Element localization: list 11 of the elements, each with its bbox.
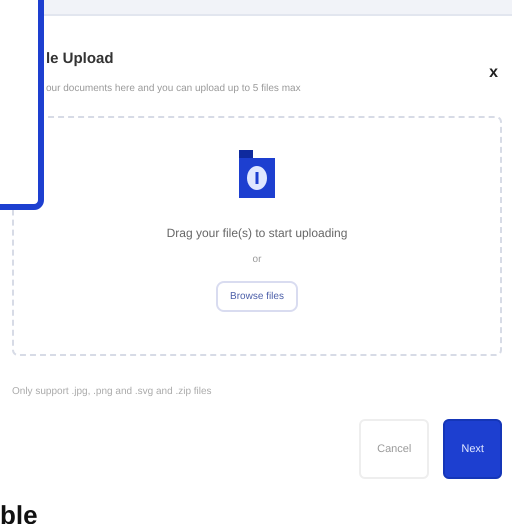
page-heading: ble [0,500,38,524]
browse-files-button[interactable]: Browse files [216,281,298,312]
file-icon [237,148,277,200]
file-type-note: Only support .jpg, .png and .svg and .zip files [12,386,213,397]
or-text: or [252,254,262,265]
dialog-subtitle: our documents here and you can upload up to 5 files max [46,83,301,94]
dialog-title: le Upload [46,50,115,67]
next-button[interactable]: Next [443,419,502,479]
close-button[interactable]: x [485,64,502,82]
drop-zone[interactable]: Drag your file(s) to start uploading or Browse files [12,116,502,356]
drop-prompt: Drag your file(s) to start uploading [166,226,348,240]
